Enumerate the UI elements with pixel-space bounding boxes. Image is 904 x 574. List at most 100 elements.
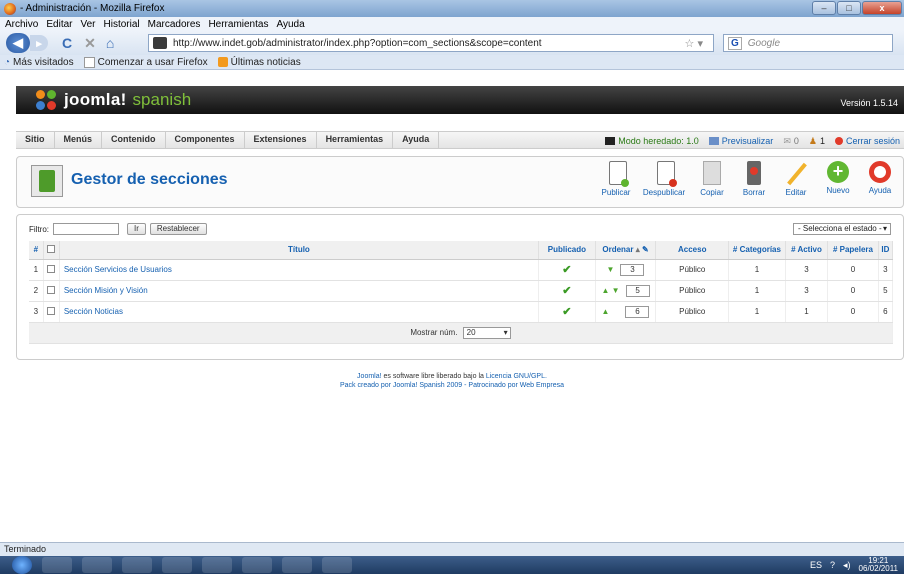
taskbar-network-icon[interactable] bbox=[162, 557, 192, 573]
published-check-icon[interactable]: ✔ bbox=[562, 306, 571, 318]
volume-icon[interactable]: ◂) bbox=[843, 560, 851, 571]
bookmark-star-icon[interactable]: ☆ ▾ bbox=[685, 37, 703, 50]
menu-archivo[interactable]: Archivo bbox=[5, 19, 38, 30]
access-link[interactable]: Público bbox=[655, 280, 730, 302]
col-access[interactable]: Acceso bbox=[655, 241, 730, 260]
back-button[interactable]: ◀ bbox=[6, 33, 30, 53]
taskbar-ie-icon[interactable] bbox=[82, 557, 112, 573]
google-icon[interactable]: G bbox=[728, 36, 742, 50]
browser-status-bar: Terminado bbox=[0, 542, 904, 556]
delete-button[interactable]: Borrar bbox=[735, 161, 773, 197]
edit-button[interactable]: Editar bbox=[777, 161, 815, 197]
search-box[interactable]: G Google bbox=[723, 34, 893, 52]
menu-ayuda[interactable]: Ayuda bbox=[393, 131, 440, 149]
license-link[interactable]: Licencia GNU/GPL. bbox=[486, 373, 547, 380]
pack-credit[interactable]: Pack creado por Joomla! Spanish 2009 - P… bbox=[0, 381, 904, 390]
bookmark-most-visited[interactable]: ◔ Más visitados bbox=[4, 57, 74, 68]
table-header-row: # Título Publicado Ordenar ▴ ✎ Acceso # … bbox=[29, 241, 894, 260]
row-checkbox[interactable] bbox=[47, 264, 56, 273]
url-bar[interactable]: http://www.indet.gob/administrator/index… bbox=[148, 34, 714, 52]
menu-contenido[interactable]: Contenido bbox=[102, 131, 166, 149]
section-title-link[interactable]: Sección Noticias bbox=[59, 301, 540, 323]
joomla-logo-icon bbox=[36, 90, 56, 110]
content-panel: Filtro: Ir Restablecer - Selecciona el e… bbox=[16, 214, 904, 360]
move-down-icon[interactable]: ▼ bbox=[612, 286, 620, 295]
move-up-icon[interactable]: ▲ bbox=[601, 286, 609, 295]
clock[interactable]: 19:21 06/02/2011 bbox=[859, 557, 898, 573]
filter-input[interactable] bbox=[53, 223, 119, 235]
menu-marcadores[interactable]: Marcadores bbox=[148, 19, 201, 30]
menu-herramientas[interactable]: Herramientas bbox=[208, 19, 268, 30]
order-input[interactable]: 6 bbox=[625, 305, 650, 318]
logout-icon bbox=[834, 137, 843, 145]
plus-icon: + bbox=[827, 161, 849, 183]
preview-link[interactable]: Previsualizar bbox=[708, 136, 773, 146]
reload-icon[interactable]: C bbox=[62, 35, 72, 51]
taskbar-app-icon[interactable] bbox=[202, 557, 232, 573]
logout-link[interactable]: Cerrar sesión bbox=[834, 136, 900, 146]
minimize-button[interactable]: – bbox=[812, 1, 836, 15]
select-all-checkbox[interactable] bbox=[47, 244, 56, 253]
taskbar-firefox-icon[interactable] bbox=[282, 557, 312, 573]
help-button[interactable]: Ayuda bbox=[861, 161, 899, 197]
access-link[interactable]: Público bbox=[655, 301, 730, 323]
start-button[interactable] bbox=[12, 556, 32, 574]
published-check-icon[interactable]: ✔ bbox=[562, 285, 571, 297]
menu-editar[interactable]: Editar bbox=[46, 19, 72, 30]
pagination-select[interactable]: 20 bbox=[462, 326, 511, 339]
order-input[interactable]: 3 bbox=[620, 263, 645, 276]
language-indicator[interactable]: ES bbox=[810, 560, 822, 570]
new-button[interactable]: + Nuevo bbox=[819, 161, 857, 197]
help-tray-icon[interactable]: ? bbox=[830, 560, 835, 570]
access-link[interactable]: Público bbox=[655, 259, 730, 281]
messages-count[interactable]: ✉ 0 bbox=[783, 136, 799, 147]
menu-componentes[interactable]: Componentes bbox=[166, 131, 245, 149]
messages-icon: ✉ bbox=[783, 135, 791, 146]
col-id[interactable]: ID bbox=[878, 241, 894, 260]
menu-ayuda[interactable]: Ayuda bbox=[276, 19, 304, 30]
publish-button[interactable]: Publicar bbox=[597, 161, 635, 197]
taskbar-window-icon[interactable] bbox=[322, 557, 352, 573]
menu-sitio[interactable]: Sitio bbox=[16, 131, 55, 149]
col-order[interactable]: Ordenar ▴ ✎ bbox=[595, 241, 657, 260]
joomla-link[interactable]: Joomla! bbox=[357, 373, 382, 380]
filter-reset-button[interactable]: Restablecer bbox=[149, 223, 207, 235]
home-icon[interactable]: ⌂ bbox=[106, 35, 114, 51]
row-checkbox[interactable] bbox=[47, 285, 56, 294]
filter-go-button[interactable]: Ir bbox=[127, 223, 146, 235]
bookmark-getting-started[interactable]: Comenzar a usar Firefox bbox=[83, 56, 208, 68]
forward-button[interactable]: ▸ bbox=[30, 35, 48, 51]
unpublish-button[interactable]: Despublicar bbox=[639, 161, 689, 197]
menu-menus[interactable]: Menús bbox=[55, 131, 103, 149]
pencil-icon bbox=[785, 161, 807, 185]
taskbar-word-icon[interactable] bbox=[242, 557, 272, 573]
row-checkbox[interactable] bbox=[47, 306, 56, 315]
move-down-icon[interactable]: ▼ bbox=[607, 265, 615, 274]
menu-historial[interactable]: Historial bbox=[104, 19, 140, 30]
col-published[interactable]: Publicado bbox=[538, 241, 596, 260]
section-title-link[interactable]: Sección Misión y Visión bbox=[59, 280, 540, 302]
copy-button[interactable]: Copiar bbox=[693, 161, 731, 197]
menu-extensiones[interactable]: Extensiones bbox=[245, 131, 317, 149]
taskbar-media-icon[interactable] bbox=[42, 557, 72, 573]
col-title[interactable]: Título bbox=[59, 241, 540, 260]
sort-icon: ▴ bbox=[635, 245, 640, 255]
stop-icon[interactable]: ✕ bbox=[84, 35, 96, 52]
order-input[interactable]: 5 bbox=[625, 284, 650, 297]
state-select[interactable]: - Selecciona el estado - bbox=[793, 223, 891, 235]
maximize-button[interactable]: □ bbox=[837, 1, 861, 15]
navigation-toolbar: ◀ ▸ C ✕ ⌂ http://www.indet.gob/administr… bbox=[0, 31, 904, 55]
col-num: # bbox=[29, 241, 44, 260]
bookmark-latest-news[interactable]: Últimas noticias bbox=[217, 57, 301, 68]
taskbar-folder-icon[interactable] bbox=[122, 557, 152, 573]
menu-herramientas[interactable]: Herramientas bbox=[317, 131, 394, 149]
page-icon bbox=[83, 56, 95, 68]
joomla-logo-bar: joomla! spanish Versión 1.5.14 bbox=[16, 86, 904, 114]
section-title-link[interactable]: Sección Servicios de Usuarios bbox=[59, 259, 540, 281]
save-order-icon[interactable]: ✎ bbox=[642, 245, 649, 254]
menu-ver[interactable]: Ver bbox=[80, 19, 95, 30]
window-titlebar: - Administración - Mozilla Firefox – □ x bbox=[0, 0, 904, 17]
move-up-icon[interactable]: ▲ bbox=[602, 307, 610, 316]
published-check-icon[interactable]: ✔ bbox=[562, 264, 571, 276]
close-window-button[interactable]: x bbox=[862, 1, 902, 15]
